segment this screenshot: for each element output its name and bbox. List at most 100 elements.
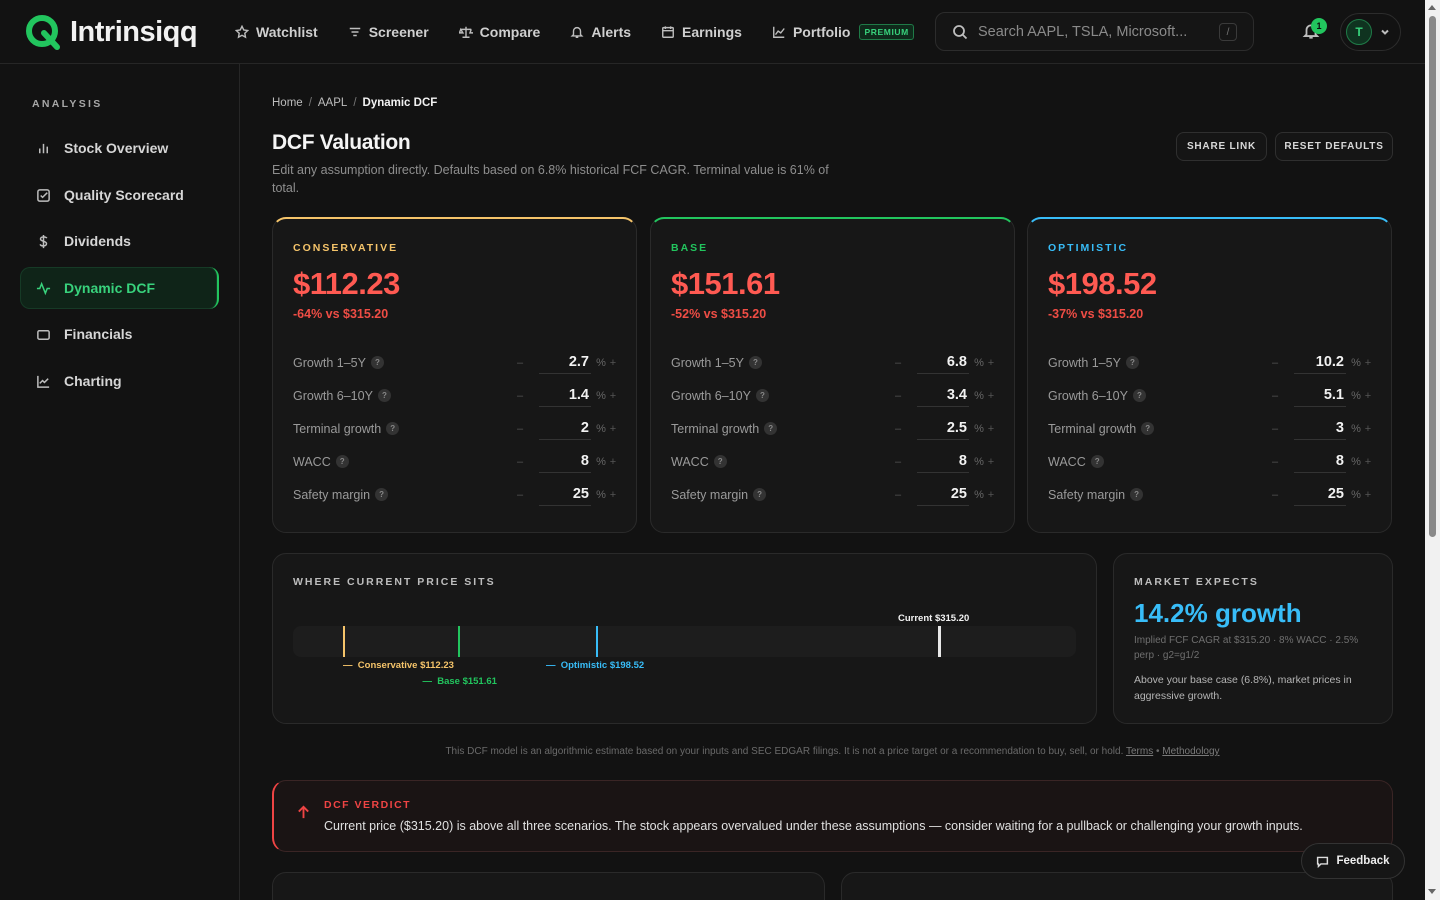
- increment-button[interactable]: +: [1363, 357, 1373, 369]
- decrement-button[interactable]: –: [515, 489, 525, 501]
- assumption-row: Safety margin? – 25% +: [293, 478, 618, 511]
- help-icon[interactable]: ?: [1090, 455, 1104, 468]
- decrement-button[interactable]: –: [515, 357, 525, 369]
- conservative-price-label: — Conservative $112.23: [343, 660, 454, 671]
- increment-button[interactable]: +: [986, 390, 996, 402]
- reset-defaults-button[interactable]: RESET DEFAULTS: [1275, 132, 1393, 161]
- help-icon[interactable]: ?: [377, 389, 391, 402]
- nav-earnings[interactable]: Earnings: [661, 24, 757, 40]
- scenario-delta: -64% vs $315.20: [293, 307, 389, 321]
- assumption-input[interactable]: 6.8: [917, 352, 969, 374]
- percent-unit: %: [974, 422, 984, 435]
- decrement-button[interactable]: –: [515, 423, 525, 435]
- decrement-button[interactable]: –: [515, 456, 525, 468]
- search-shortcut-hint: /: [1219, 23, 1237, 41]
- help-icon[interactable]: ?: [370, 356, 384, 369]
- page-title: DCF Valuation: [272, 131, 411, 154]
- increment-button[interactable]: +: [986, 489, 996, 501]
- breadcrumb-ticker[interactable]: AAPL: [318, 97, 347, 109]
- decrement-button[interactable]: –: [893, 357, 903, 369]
- help-icon[interactable]: ?: [755, 389, 769, 402]
- nav-compare[interactable]: Compare: [458, 24, 556, 40]
- help-icon[interactable]: ?: [386, 422, 400, 435]
- increment-button[interactable]: +: [608, 456, 618, 468]
- assumption-input[interactable]: 25: [917, 484, 969, 506]
- nav-portfolio[interactable]: Portfolio PREMIUM: [772, 24, 929, 40]
- assumption-input[interactable]: 10.2: [1294, 352, 1346, 374]
- sidebar-item-financials[interactable]: Financials: [20, 313, 219, 355]
- nav-alerts[interactable]: Alerts: [570, 24, 646, 40]
- assumption-input[interactable]: 25: [1294, 484, 1346, 506]
- help-icon[interactable]: ?: [1130, 488, 1144, 501]
- conservative-marker: [343, 626, 345, 657]
- increment-button[interactable]: +: [1363, 489, 1373, 501]
- increment-button[interactable]: +: [1363, 423, 1373, 435]
- help-icon[interactable]: ?: [375, 488, 389, 501]
- decrement-button[interactable]: –: [1270, 489, 1280, 501]
- logo[interactable]: Intrinsiqq: [24, 13, 198, 51]
- help-icon[interactable]: ?: [1132, 389, 1146, 402]
- decrement-button[interactable]: –: [893, 489, 903, 501]
- feedback-button[interactable]: Feedback: [1301, 843, 1405, 879]
- decrement-button[interactable]: –: [515, 390, 525, 402]
- assumption-input[interactable]: 2: [539, 418, 591, 440]
- assumption-input[interactable]: 2.7: [539, 352, 591, 374]
- increment-button[interactable]: +: [608, 489, 618, 501]
- assumption-label: Safety margin?: [1048, 488, 1270, 502]
- base-marker: [458, 626, 461, 657]
- decrement-button[interactable]: –: [893, 456, 903, 468]
- increment-button[interactable]: +: [986, 423, 996, 435]
- help-icon[interactable]: ?: [335, 455, 349, 468]
- decrement-button[interactable]: –: [1270, 390, 1280, 402]
- percent-unit: %: [1351, 389, 1361, 402]
- assumption-input[interactable]: 8: [917, 451, 969, 473]
- decrement-button[interactable]: –: [1270, 456, 1280, 468]
- page-scrollbar[interactable]: [1425, 0, 1440, 900]
- sidebar-heading: ANALYSIS: [32, 98, 103, 110]
- user-menu[interactable]: T: [1340, 13, 1401, 51]
- help-icon[interactable]: ?: [753, 488, 767, 501]
- sidebar-item-quality-scorecard[interactable]: Quality Scorecard: [20, 174, 219, 216]
- help-icon[interactable]: ?: [764, 422, 778, 435]
- scroll-down-arrow[interactable]: [1428, 889, 1436, 894]
- increment-button[interactable]: +: [1363, 456, 1373, 468]
- help-icon[interactable]: ?: [1125, 356, 1139, 369]
- terms-link[interactable]: Terms: [1126, 746, 1153, 757]
- increment-button[interactable]: +: [986, 357, 996, 369]
- breadcrumb-home[interactable]: Home: [272, 97, 303, 109]
- increment-button[interactable]: +: [608, 357, 618, 369]
- scroll-thumb[interactable]: [1429, 16, 1436, 537]
- sidebar-item-dividends[interactable]: Dividends: [20, 220, 219, 262]
- assumption-input[interactable]: 25: [539, 484, 591, 506]
- assumption-label: Safety margin?: [293, 488, 515, 502]
- assumption-input[interactable]: 8: [1294, 451, 1346, 473]
- share-link-button[interactable]: SHARE LINK: [1176, 132, 1267, 161]
- assumption-input[interactable]: 1.4: [539, 385, 591, 407]
- sidebar-item-dynamic-dcf[interactable]: Dynamic DCF: [20, 267, 219, 309]
- help-icon[interactable]: ?: [1141, 422, 1155, 435]
- sidebar-item-charting[interactable]: Charting: [20, 360, 219, 402]
- help-icon[interactable]: ?: [748, 356, 762, 369]
- decrement-button[interactable]: –: [893, 423, 903, 435]
- increment-button[interactable]: +: [986, 456, 996, 468]
- assumption-input[interactable]: 3: [1294, 418, 1346, 440]
- increment-button[interactable]: +: [608, 390, 618, 402]
- decrement-button[interactable]: –: [1270, 357, 1280, 369]
- help-icon[interactable]: ?: [713, 455, 727, 468]
- assumption-row: WACC? – 8% +: [293, 445, 618, 478]
- search-input[interactable]: [978, 23, 1208, 40]
- decrement-button[interactable]: –: [1270, 423, 1280, 435]
- assumption-input[interactable]: 2.5: [917, 418, 969, 440]
- assumption-input[interactable]: 3.4: [917, 385, 969, 407]
- increment-button[interactable]: +: [1363, 390, 1373, 402]
- sidebar-item-stock-overview[interactable]: Stock Overview: [20, 127, 219, 169]
- decrement-button[interactable]: –: [893, 390, 903, 402]
- methodology-link[interactable]: Methodology: [1162, 746, 1219, 757]
- search-box[interactable]: /: [935, 12, 1254, 51]
- nav-watchlist[interactable]: Watchlist: [235, 24, 333, 40]
- scroll-up-arrow[interactable]: [1428, 5, 1436, 10]
- increment-button[interactable]: +: [608, 423, 618, 435]
- assumption-input[interactable]: 5.1: [1294, 385, 1346, 407]
- assumption-input[interactable]: 8: [539, 451, 591, 473]
- nav-screener[interactable]: Screener: [348, 24, 444, 40]
